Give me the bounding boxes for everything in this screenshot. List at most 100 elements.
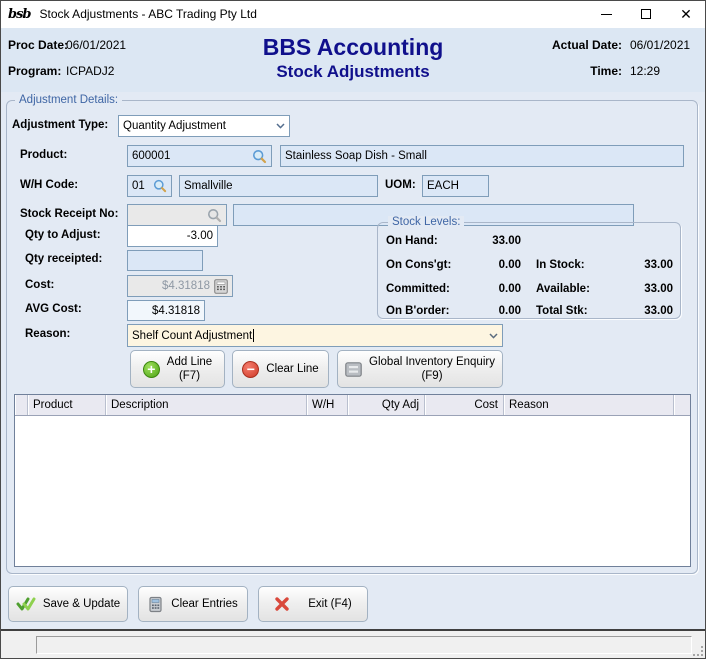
maximize-button[interactable] bbox=[626, 0, 666, 28]
uom-label: UOM: bbox=[385, 179, 416, 191]
status-bar bbox=[0, 629, 706, 659]
product-desc-field[interactable]: Stainless Soap Dish - Small bbox=[280, 145, 684, 167]
grid-col-filler bbox=[674, 395, 690, 415]
adjustment-type-select[interactable]: Quantity Adjustment bbox=[118, 115, 290, 137]
remove-icon: − bbox=[242, 361, 259, 378]
wh-code-value: 01 bbox=[132, 180, 145, 192]
calculator-icon bbox=[214, 279, 228, 294]
avg-cost-value: $4.31818 bbox=[152, 305, 200, 317]
search-icon[interactable] bbox=[153, 179, 167, 193]
global-inventory-key: (F9) bbox=[421, 370, 442, 382]
grid-col-qty-adj[interactable]: Qty Adj bbox=[348, 395, 425, 415]
product-label: Product: bbox=[20, 149, 67, 161]
qty-adjust-value: -3.00 bbox=[187, 230, 213, 242]
avg-cost-label: AVG Cost: bbox=[25, 303, 82, 315]
stock-receipt-label: Stock Receipt No: bbox=[20, 208, 118, 220]
wh-code-input[interactable]: 01 bbox=[127, 175, 172, 197]
window-controls: ✕ bbox=[586, 0, 706, 28]
grid-header-row: Product Description W/H Qty Adj Cost Rea… bbox=[15, 395, 690, 416]
save-update-button[interactable]: Save & Update bbox=[8, 586, 128, 622]
wh-name-field[interactable]: Smallville bbox=[179, 175, 378, 197]
total-stk-label: Total Stk: bbox=[536, 305, 588, 317]
grid-col-wh[interactable]: W/H bbox=[307, 395, 348, 415]
in-stock-label: In Stock: bbox=[536, 259, 585, 271]
reason-label: Reason: bbox=[25, 328, 70, 340]
adjustment-type-label: Adjustment Type: bbox=[12, 119, 108, 131]
chevron-down-icon bbox=[276, 123, 285, 129]
window-title: Stock Adjustments - ABC Trading Pty Ltd bbox=[40, 7, 257, 21]
qty-receipted-label: Qty receipted: bbox=[25, 253, 102, 265]
adjustment-type-value: Quantity Adjustment bbox=[123, 120, 226, 132]
adjustment-details-legend: Adjustment Details: bbox=[15, 94, 122, 106]
wh-code-label: W/H Code: bbox=[20, 179, 78, 191]
stock-levels-group: Stock Levels: On Hand: 33.00 On Cons'gt:… bbox=[377, 222, 681, 319]
committed-value: 0.00 bbox=[438, 283, 521, 295]
add-line-label: Add Line bbox=[167, 356, 212, 368]
total-stk-value: 33.00 bbox=[593, 305, 673, 317]
stock-levels-legend: Stock Levels: bbox=[388, 216, 464, 228]
check-icon bbox=[16, 596, 36, 612]
product-code-input[interactable]: 600001 bbox=[127, 145, 272, 167]
grid-col-selector bbox=[15, 395, 28, 415]
available-value: 33.00 bbox=[593, 283, 673, 295]
maximize-icon bbox=[641, 9, 651, 19]
reason-combo[interactable]: Shelf Count Adjustment bbox=[127, 324, 503, 347]
header-band: Proc Date: 06/01/2021 Program: ICPADJ2 B… bbox=[0, 28, 706, 92]
on-hand-label: On Hand: bbox=[386, 235, 438, 247]
cost-label: Cost: bbox=[25, 279, 54, 291]
resize-grip[interactable] bbox=[693, 646, 703, 656]
grid-col-reason[interactable]: Reason bbox=[504, 395, 674, 415]
app-logo-icon: bsb bbox=[8, 8, 31, 21]
product-desc-value: Stainless Soap Dish - Small bbox=[285, 150, 427, 162]
add-line-key: (F7) bbox=[179, 370, 200, 382]
uom-field[interactable]: EACH bbox=[422, 175, 489, 197]
grid-col-product[interactable]: Product bbox=[28, 395, 106, 415]
qty-adjust-input[interactable]: -3.00 bbox=[127, 225, 218, 247]
uom-value: EACH bbox=[427, 180, 459, 192]
qty-adjust-label: Qty to Adjust: bbox=[25, 229, 101, 241]
in-stock-value: 33.00 bbox=[593, 259, 673, 271]
global-inventory-label: Global Inventory Enquiry bbox=[369, 356, 495, 368]
drawer-icon bbox=[345, 362, 362, 377]
text-caret bbox=[253, 329, 254, 342]
clear-line-button[interactable]: − Clear Line bbox=[232, 350, 329, 388]
actual-date-label: Actual Date: bbox=[552, 38, 622, 52]
chevron-down-icon[interactable] bbox=[489, 333, 498, 339]
x-icon bbox=[274, 596, 290, 612]
search-icon-disabled bbox=[207, 208, 222, 223]
global-inventory-enquiry-button[interactable]: Global Inventory Enquiry (F9) bbox=[337, 350, 503, 388]
time-label: Time: bbox=[590, 64, 622, 78]
stock-adjustments-window: bsb Stock Adjustments - ABC Trading Pty … bbox=[0, 0, 706, 659]
grid-col-cost[interactable]: Cost bbox=[425, 395, 504, 415]
status-message-panel bbox=[36, 636, 692, 654]
clear-line-label: Clear Line bbox=[266, 363, 318, 375]
exit-button[interactable]: Exit (F4) bbox=[258, 586, 368, 622]
on-consgt-value: 0.00 bbox=[438, 259, 521, 271]
wh-name-value: Smallville bbox=[184, 180, 233, 192]
save-update-label: Save & Update bbox=[43, 598, 120, 610]
qty-receipted-input[interactable] bbox=[127, 250, 203, 271]
clear-entries-button[interactable]: Clear Entries bbox=[138, 586, 248, 622]
grid-body[interactable] bbox=[15, 416, 690, 566]
on-border-value: 0.00 bbox=[438, 305, 521, 317]
search-icon[interactable] bbox=[252, 149, 267, 164]
add-line-button[interactable]: + Add Line (F7) bbox=[130, 350, 225, 388]
time-value: 12:29 bbox=[630, 64, 660, 78]
adjustment-lines-grid[interactable]: Product Description W/H Qty Adj Cost Rea… bbox=[14, 394, 691, 567]
avg-cost-input[interactable]: $4.31818 bbox=[127, 300, 205, 321]
minimize-button[interactable] bbox=[586, 0, 626, 28]
form-area: Adjustment Details: Adjustment Type: Qua… bbox=[0, 92, 706, 629]
minimize-icon bbox=[601, 14, 612, 15]
on-hand-value: 33.00 bbox=[438, 235, 521, 247]
cost-value: $4.31818 bbox=[162, 280, 210, 292]
product-code-value: 600001 bbox=[132, 150, 170, 162]
cost-input[interactable]: $4.31818 bbox=[127, 275, 233, 297]
exit-label: Exit (F4) bbox=[308, 598, 351, 610]
available-label: Available: bbox=[536, 283, 590, 295]
stock-receipt-input[interactable] bbox=[127, 204, 227, 226]
machine-icon bbox=[148, 596, 164, 613]
add-icon: + bbox=[143, 361, 160, 378]
actual-date-value: 06/01/2021 bbox=[630, 38, 690, 52]
grid-col-description[interactable]: Description bbox=[106, 395, 307, 415]
close-button[interactable]: ✕ bbox=[666, 0, 706, 28]
